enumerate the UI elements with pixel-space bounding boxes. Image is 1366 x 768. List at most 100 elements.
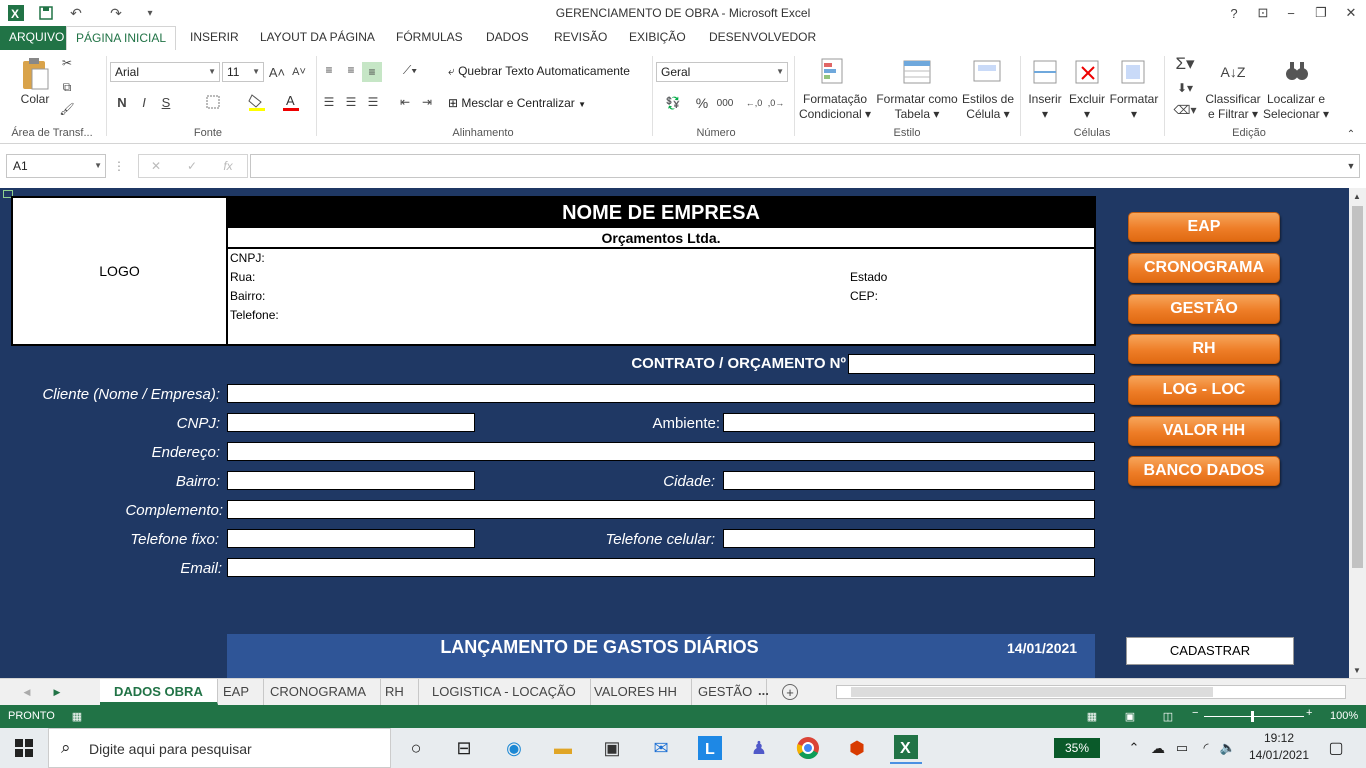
clock-time[interactable]: 19:12 — [1248, 731, 1310, 745]
rh-button[interactable]: RH — [1128, 334, 1280, 364]
onedrive-icon[interactable]: ☁ — [1148, 732, 1168, 764]
scroll-thumb[interactable] — [1352, 206, 1363, 568]
notifications-icon[interactable]: ▢ — [1320, 732, 1352, 764]
conditional-format-button[interactable]: Formatação Condicional ▾ — [796, 92, 874, 122]
decrease-indent-icon[interactable]: ⇤ — [396, 94, 414, 110]
chevron-up-icon[interactable]: ⌃ — [1124, 732, 1144, 764]
telcel-field[interactable] — [723, 529, 1095, 548]
log-loc-button[interactable]: LOG - LOC — [1128, 375, 1280, 405]
align-center-icon[interactable]: ☰ — [342, 94, 360, 110]
format-painter-icon[interactable]: 🖌 — [58, 100, 76, 118]
bold-button[interactable]: N — [114, 93, 130, 111]
sheet-tab-gestao[interactable]: GESTÃO — [684, 679, 768, 705]
wifi-icon[interactable]: ◜ — [1196, 732, 1216, 764]
conditional-format-icon[interactable] — [818, 56, 852, 88]
cortana-icon[interactable]: ○ — [400, 732, 432, 764]
zoom-level[interactable]: 100% — [1330, 710, 1358, 722]
telfixo-field[interactable] — [227, 529, 475, 548]
sheet-tab-logistica[interactable]: LOGISTICA - LOCAÇÃO — [418, 679, 591, 705]
insert-function-icon[interactable]: fx — [219, 158, 237, 174]
align-right-icon[interactable]: ☰ — [364, 94, 382, 110]
clear-icon[interactable]: ⌫▾ — [1170, 100, 1200, 120]
page-break-icon[interactable]: ◫ — [1160, 709, 1176, 723]
clock-date[interactable]: 14/01/2021 — [1246, 748, 1312, 762]
percent-button[interactable]: % — [694, 94, 710, 112]
increase-decimal-icon[interactable]: ←,0 — [744, 94, 764, 112]
cell-styles-button[interactable]: Estilos de Célula ▾ — [958, 92, 1018, 122]
task-view-icon[interactable]: ⊟ — [448, 732, 480, 764]
font-name-select[interactable]: Arial ▼ — [110, 62, 220, 82]
underline-button[interactable]: S — [158, 93, 174, 111]
thousands-button[interactable]: 000 — [714, 94, 736, 112]
scroll-down-icon[interactable]: ▼ — [1351, 664, 1363, 676]
tab-pagina-inicial[interactable]: PÁGINA INICIAL — [66, 26, 177, 51]
next-sheet-icon[interactable]: ▶ — [50, 685, 64, 699]
format-table-button[interactable]: Formatar como Tabela ▾ — [874, 92, 960, 122]
paste-button[interactable]: Colar — [14, 92, 56, 107]
normal-view-icon[interactable]: ▦ — [1084, 709, 1100, 723]
paste-icon[interactable] — [18, 56, 52, 92]
hscroll-thumb[interactable] — [851, 687, 1213, 697]
zoom-out-button[interactable]: − — [1192, 707, 1198, 719]
name-box[interactable]: A1 ▼ — [6, 154, 106, 178]
macro-record-icon[interactable]: ▦ — [70, 709, 84, 723]
ambiente-field[interactable] — [723, 413, 1095, 432]
horizontal-scrollbar[interactable] — [836, 685, 1346, 699]
align-left-icon[interactable]: ☰ — [320, 94, 338, 110]
page-layout-icon[interactable]: ▣ — [1122, 709, 1138, 723]
cliente-field[interactable] — [227, 384, 1095, 403]
insert-cells-button[interactable]: Inserir ▾ — [1024, 92, 1066, 122]
eap-button[interactable]: EAP — [1128, 212, 1280, 242]
battery-icon[interactable]: ▭ — [1172, 732, 1192, 764]
cidade-field[interactable] — [723, 471, 1095, 490]
find-select-icon[interactable] — [1280, 56, 1314, 88]
close-button[interactable]: ✕ — [1340, 3, 1362, 23]
add-sheet-icon[interactable]: + — [782, 684, 798, 700]
sheet-tab-valores-hh[interactable]: VALORES HH — [580, 679, 692, 705]
chrome-icon[interactable] — [792, 732, 824, 764]
tab-inserir[interactable]: INSERIR — [181, 26, 248, 50]
copy-icon[interactable]: ⧉ — [58, 78, 76, 96]
formula-input[interactable] — [250, 154, 1360, 178]
decrease-decimal-icon[interactable]: ,0→ — [766, 94, 786, 112]
autosum-icon[interactable]: Σ▾ — [1170, 54, 1200, 74]
endereco-field[interactable] — [227, 442, 1095, 461]
help-icon[interactable]: ? — [1223, 3, 1245, 23]
tab-revisao[interactable]: REVISÃO — [545, 26, 616, 50]
shrink-font-icon[interactable]: A˅ — [290, 62, 308, 82]
align-top-icon[interactable]: ≡ — [320, 62, 338, 78]
fill-icon[interactable]: ⬇▾ — [1170, 78, 1200, 98]
format-cells-button[interactable]: Formatar ▾ — [1108, 92, 1160, 122]
taskbar-search[interactable]: ⌕ Digite aqui para pesquisar — [48, 728, 391, 768]
increase-indent-icon[interactable]: ⇥ — [418, 94, 436, 110]
email-field[interactable] — [227, 558, 1095, 577]
orientation-icon[interactable]: ⟋▾ — [396, 62, 424, 78]
store-icon[interactable]: ▣ — [596, 732, 628, 764]
prev-sheet-icon[interactable]: ◀ — [20, 685, 34, 699]
cnpj-field[interactable] — [227, 413, 475, 432]
cadastrar-button[interactable]: CADASTRAR — [1126, 637, 1294, 665]
insert-cells-icon[interactable] — [1030, 56, 1060, 88]
tab-desenvolvedor[interactable]: DESENVOLVEDOR — [700, 26, 825, 50]
sheet-tab-dados-obra[interactable]: DADOS OBRA — [100, 679, 218, 705]
office-icon[interactable]: ⬢ — [841, 732, 873, 764]
app-l-icon[interactable]: L — [694, 732, 726, 764]
cancel-icon[interactable]: ✕ — [147, 158, 165, 174]
number-format-select[interactable]: Geral ▼ — [656, 62, 788, 82]
format-cells-icon[interactable] — [1118, 56, 1148, 88]
tab-dados[interactable]: DADOS — [477, 26, 538, 50]
zoom-in-button[interactable]: + — [1306, 707, 1312, 719]
enter-icon[interactable]: ✓ — [183, 158, 201, 174]
italic-button[interactable]: I — [136, 93, 152, 111]
delete-cells-button[interactable]: Excluir ▾ — [1066, 92, 1108, 122]
tab-formulas[interactable]: FÓRMULAS — [387, 26, 472, 50]
format-table-icon[interactable] — [900, 56, 934, 88]
font-color-icon[interactable]: A — [276, 92, 306, 112]
delete-cells-icon[interactable] — [1072, 56, 1102, 88]
sheet-tab-rh[interactable]: RH — [371, 679, 419, 705]
bairro-field[interactable] — [227, 471, 475, 490]
contract-number-field[interactable] — [848, 354, 1095, 374]
tab-exibicao[interactable]: EXIBIÇÃO — [620, 26, 695, 50]
complemento-field[interactable] — [227, 500, 1095, 519]
sort-filter-button[interactable]: Classificar e Filtrar ▾ — [1202, 92, 1264, 122]
